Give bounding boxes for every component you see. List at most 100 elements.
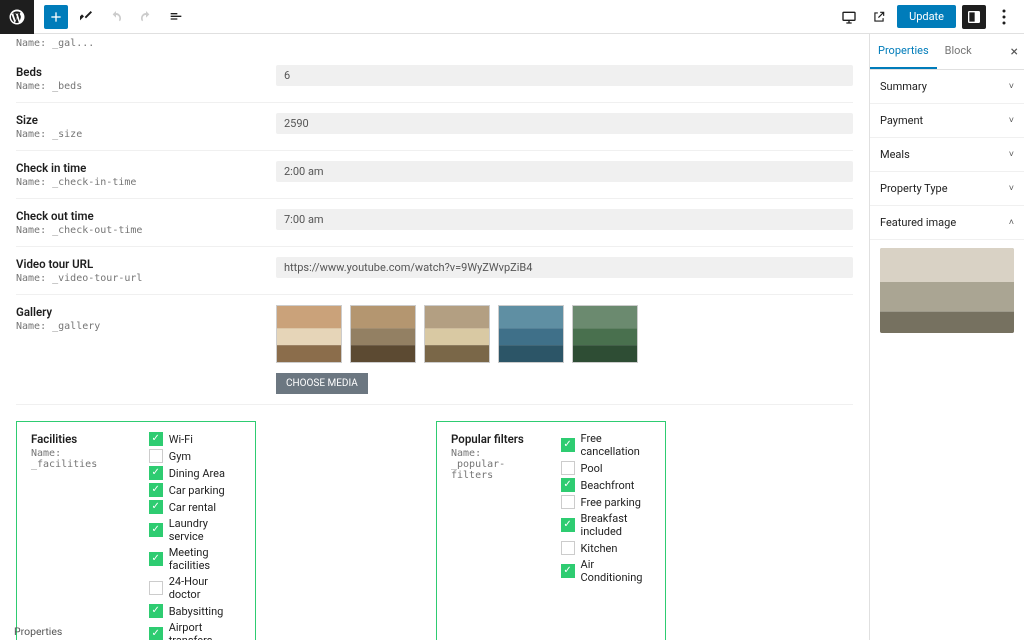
checkbox-icon[interactable] (149, 483, 163, 497)
field-checkout: Check out time Name: _check-out-time (16, 199, 853, 247)
editor-top-bar: Update (0, 0, 1024, 34)
field-beds: Beds Name: _beds (16, 55, 853, 103)
popular-filters-title: Popular filters (451, 432, 541, 446)
gallery-thumb[interactable] (350, 305, 416, 363)
field-sub: Name: _video-tour-url (16, 273, 276, 284)
checkbox-item[interactable]: Pool (561, 461, 651, 475)
checkbox-label: Gym (169, 450, 191, 463)
facilities-list: Wi-Fi Gym Dining Area Car parking Car rental… (149, 432, 241, 640)
sidebar-panel-toggle[interactable]: Property Type ˅ (870, 172, 1024, 206)
checkbox-icon[interactable] (561, 438, 575, 452)
tab-block[interactable]: Block (937, 34, 980, 69)
checkbox-item[interactable]: Laundry service (149, 517, 241, 543)
gallery-thumb[interactable] (572, 305, 638, 363)
panel-label: Summary (880, 80, 927, 93)
checkbox-icon[interactable] (561, 461, 575, 475)
panel-label: Meals (880, 148, 910, 161)
checkin-input[interactable] (276, 161, 853, 182)
chevron-down-icon: ˅ (1009, 149, 1014, 160)
checkbox-label: Dining Area (169, 467, 225, 480)
checkbox-label: Breakfast included (581, 512, 651, 538)
chevron-down-icon: ˅ (1009, 81, 1014, 92)
checkbox-label: Pool (581, 462, 603, 475)
chevron-down-icon: ˅ (1009, 183, 1014, 194)
settings-sidebar: Properties Block × Summary˅Payment˅Meals… (869, 34, 1024, 640)
sidebar-panel-toggle[interactable]: Featured image˄ (870, 206, 1024, 240)
facilities-box: Facilities Name: _facilities Wi-FiGymDin… (16, 421, 256, 640)
field-label: Check in time (16, 161, 276, 175)
checkbox-item[interactable]: Babysitting (149, 604, 241, 618)
document-overview-icon[interactable] (164, 5, 188, 29)
more-options-icon[interactable] (992, 5, 1016, 29)
close-sidebar-icon[interactable]: × (1011, 44, 1018, 60)
sidebar-tabs: Properties Block × (870, 34, 1024, 70)
field-sub: Name: _gallery (16, 321, 276, 332)
field-sub: Name: _check-in-time (16, 177, 276, 188)
checkbox-icon[interactable] (561, 564, 575, 578)
checkbox-icon[interactable] (149, 523, 163, 537)
checkbox-icon[interactable] (561, 518, 575, 532)
checkbox-icon[interactable] (561, 541, 575, 555)
checkbox-item[interactable]: 24-Hour doctor (149, 575, 241, 601)
panel-label: Property Type (880, 182, 948, 195)
checkbox-icon[interactable] (561, 495, 575, 509)
gallery-thumb[interactable] (424, 305, 490, 363)
checkbox-icon[interactable] (149, 449, 163, 463)
checkbox-icon[interactable] (149, 500, 163, 514)
tab-properties[interactable]: Properties (870, 34, 937, 69)
checkbox-icon[interactable] (561, 478, 575, 492)
gallery-thumbs (276, 305, 853, 363)
checkbox-item[interactable]: Meeting facilities (149, 546, 241, 572)
add-block-button[interactable] (44, 5, 68, 29)
wordpress-logo[interactable] (0, 0, 34, 34)
sidebar-panels: Summary ˅ Payment˅ Meals ˅ Property Type ˅ Feat… (870, 70, 1024, 240)
beds-input[interactable] (276, 65, 853, 86)
checkbox-item[interactable]: Free cancellation (561, 432, 651, 458)
facilities-title: Facilities (31, 432, 129, 446)
update-button[interactable]: Update (897, 5, 956, 28)
checkbox-item[interactable]: Breakfast included (561, 512, 651, 538)
sidebar-panel-toggle[interactable]: Meals ˅ (870, 138, 1024, 172)
checkbox-item[interactable]: Free parking (561, 495, 651, 509)
checkbox-icon[interactable] (149, 432, 163, 446)
checkbox-label: Babysitting (169, 605, 224, 618)
gallery-thumb[interactable] (276, 305, 342, 363)
checkbox-icon[interactable] (149, 466, 163, 480)
choose-media-button[interactable]: CHOOSE MEDIA (276, 373, 368, 394)
checkbox-item[interactable]: Wi-Fi (149, 432, 241, 446)
checkbox-item[interactable]: Car parking (149, 483, 241, 497)
checkbox-label: Airport transfers (169, 621, 241, 640)
sidebar-panel-toggle[interactable]: Summary ˅ (870, 70, 1024, 104)
checkbox-item[interactable]: Air Conditioning (561, 558, 651, 584)
checkbox-icon[interactable] (149, 552, 163, 566)
checkbox-label: Laundry service (169, 517, 241, 543)
video-url-input[interactable] (276, 257, 853, 278)
device-preview-icon[interactable] (837, 5, 861, 29)
field-label: Check out time (16, 209, 276, 223)
gallery-thumb[interactable] (498, 305, 564, 363)
checkbox-label: Wi-Fi (169, 433, 193, 446)
checkbox-item[interactable]: Airport transfers (149, 621, 241, 640)
settings-panel-toggle[interactable] (962, 5, 986, 29)
external-link-icon[interactable] (867, 5, 891, 29)
field-video-url: Video tour URL Name: _video-tour-url (16, 247, 853, 295)
checkbox-item[interactable]: Kitchen (561, 541, 651, 555)
tools-icon[interactable] (74, 5, 98, 29)
field-size: Size Name: _size (16, 103, 853, 151)
checkbox-item[interactable]: Car rental (149, 500, 241, 514)
checkbox-item[interactable]: Gym (149, 449, 241, 463)
size-input[interactable] (276, 113, 853, 134)
featured-image[interactable] (880, 248, 1014, 333)
checkbox-icon[interactable] (149, 627, 163, 640)
sidebar-panel-toggle[interactable]: Payment˅ (870, 104, 1024, 138)
checkbox-item[interactable]: Beachfront (561, 478, 651, 492)
checkbox-icon[interactable] (149, 581, 163, 595)
field-sub: Name: _beds (16, 81, 276, 92)
footer-breadcrumb: Properties (14, 625, 62, 638)
field-label: Size (16, 113, 276, 127)
checkout-input[interactable] (276, 209, 853, 230)
redo-icon[interactable] (134, 5, 158, 29)
undo-icon[interactable] (104, 5, 128, 29)
checkbox-item[interactable]: Dining Area (149, 466, 241, 480)
checkbox-icon[interactable] (149, 604, 163, 618)
